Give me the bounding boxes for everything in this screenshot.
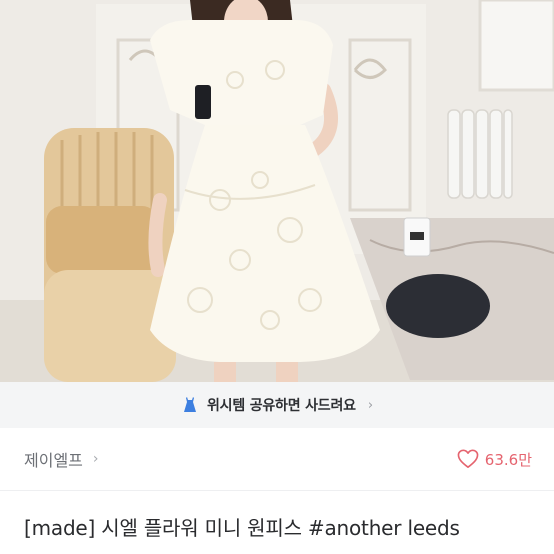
seller-row: 제이엘프 › 63.6만 xyxy=(0,428,554,490)
product-photo-illustration xyxy=(0,0,554,382)
shop-name: 제이엘프 xyxy=(24,451,83,470)
chevron-right-icon: › xyxy=(367,397,374,413)
chevron-right-icon: › xyxy=(92,451,99,467)
wishlist-banner-text: 위시템 공유하면 사드려요 xyxy=(206,398,356,414)
heart-outline-icon xyxy=(457,449,479,469)
product-title: [made] 시엘 플라워 미니 원피스 #another leeds xyxy=(24,516,460,540)
product-photo[interactable] xyxy=(0,0,554,382)
dress-icon xyxy=(181,396,199,414)
shop-link[interactable]: 제이엘프 › xyxy=(24,447,99,471)
like-button[interactable]: 63.6만 xyxy=(457,449,532,470)
wishlist-share-banner[interactable]: 위시템 공유하면 사드려요 › xyxy=(0,382,554,428)
divider xyxy=(0,490,554,491)
like-count: 63.6만 xyxy=(484,450,532,469)
